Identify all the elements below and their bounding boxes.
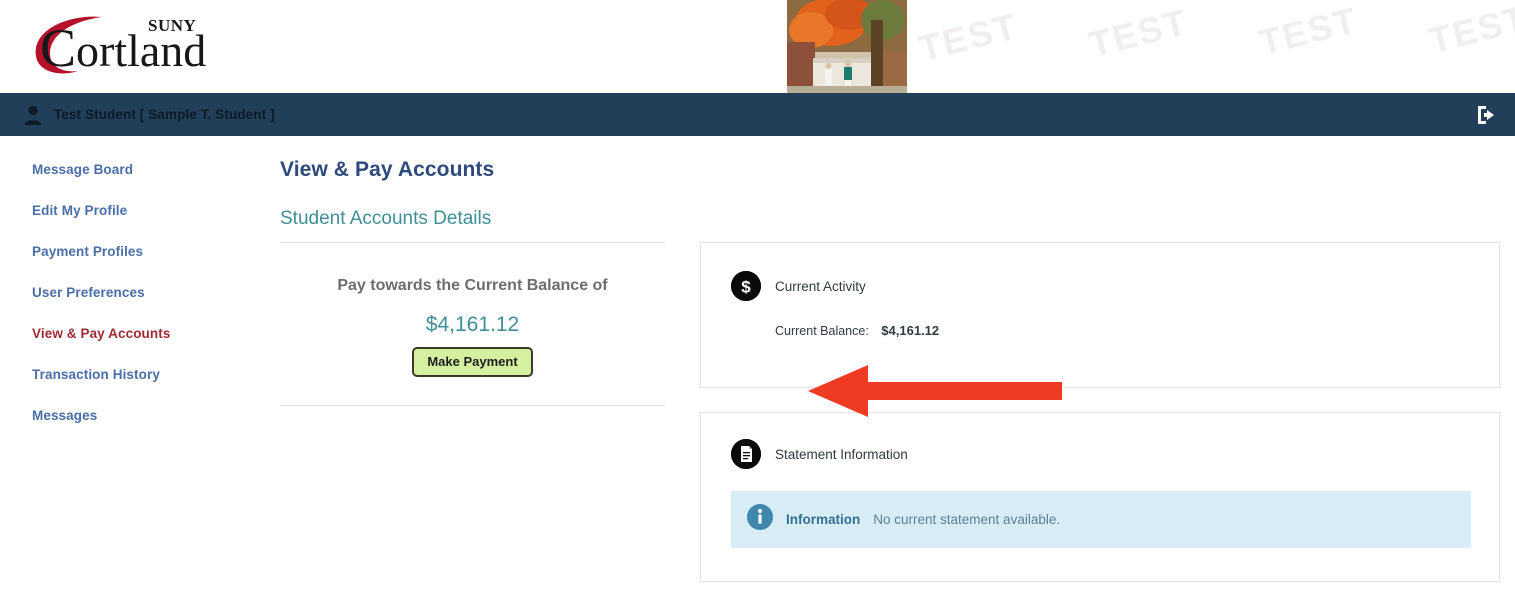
statement-information-title: Statement Information <box>775 446 908 462</box>
sidebar-item-message-board[interactable]: Message Board <box>0 162 270 177</box>
user-identity: Test Student [ Sample T. Student ] <box>22 104 275 126</box>
current-activity-panel: $ Current Activity Current Balance: $4,1… <box>700 242 1500 388</box>
test-watermark: TEST <box>914 5 1022 70</box>
alert-message: No current statement available. <box>873 512 1061 527</box>
information-alert: Information No current statement availab… <box>731 491 1471 548</box>
pay-prompt-label: Pay towards the Current Balance of <box>337 277 608 294</box>
statement-information-header: Statement Information <box>731 439 1499 469</box>
svg-text:C: C <box>40 18 76 78</box>
current-activity-title: Current Activity <box>775 278 866 294</box>
sidebar-item-user-preferences[interactable]: User Preferences <box>0 285 270 300</box>
page-body: Message Board Edit My Profile Payment Pr… <box>0 136 1515 582</box>
user-icon <box>22 104 44 126</box>
alert-strong-label: Information <box>786 512 861 527</box>
user-name-label: Test Student [ Sample T. Student ] <box>54 107 275 122</box>
make-payment-button[interactable]: Make Payment <box>412 347 533 377</box>
current-activity-header: $ Current Activity <box>731 271 1499 301</box>
dollar-circle-icon: $ <box>731 271 761 301</box>
sidebar-item-payment-profiles[interactable]: Payment Profiles <box>0 244 270 259</box>
right-panel-stack: $ Current Activity Current Balance: $4,1… <box>700 242 1500 582</box>
user-bar: Test Student [ Sample T. Student ] <box>0 93 1515 136</box>
sidebar-item-view-pay-accounts[interactable]: View & Pay Accounts <box>0 326 270 341</box>
logout-icon[interactable] <box>1473 101 1501 129</box>
svg-text:$: $ <box>741 278 751 297</box>
sidebar-item-transaction-history[interactable]: Transaction History <box>0 367 270 382</box>
main-content: View & Pay Accounts Student Accounts Det… <box>270 136 1515 582</box>
current-balance-label: Current Balance: <box>775 324 869 338</box>
sidebar-item-messages[interactable]: Messages <box>0 408 270 423</box>
document-circle-icon <box>731 439 761 469</box>
current-balance-value: $4,161.12 <box>881 323 940 338</box>
statement-information-panel: Statement Information Information No cur… <box>700 412 1500 582</box>
test-watermark: TEST <box>1084 1 1192 66</box>
svg-text:SUNY: SUNY <box>148 16 196 35</box>
suny-cortland-logo[interactable]: C ortland SUNY <box>22 8 272 80</box>
pay-balance-card: Pay towards the Current Balance of $4,16… <box>280 242 665 406</box>
test-watermark: TEST <box>1254 0 1362 64</box>
section-title: Student Accounts Details <box>280 208 492 229</box>
sidebar-item-edit-my-profile[interactable]: Edit My Profile <box>0 203 270 218</box>
pay-amount-value: $4,161.12 <box>425 313 520 336</box>
campus-photo <box>787 0 907 93</box>
info-circle-icon <box>747 504 773 535</box>
current-balance-row: Current Balance: $4,161.12 <box>775 323 1499 338</box>
page-title: View & Pay Accounts <box>280 158 495 181</box>
test-watermark: TEST <box>1424 0 1515 62</box>
content-columns: Pay towards the Current Balance of $4,16… <box>270 242 1515 582</box>
sidebar-nav: Message Board Edit My Profile Payment Pr… <box>0 136 270 449</box>
site-banner: C ortland SUNY TEST TEST TEST TEST <box>0 0 1515 93</box>
